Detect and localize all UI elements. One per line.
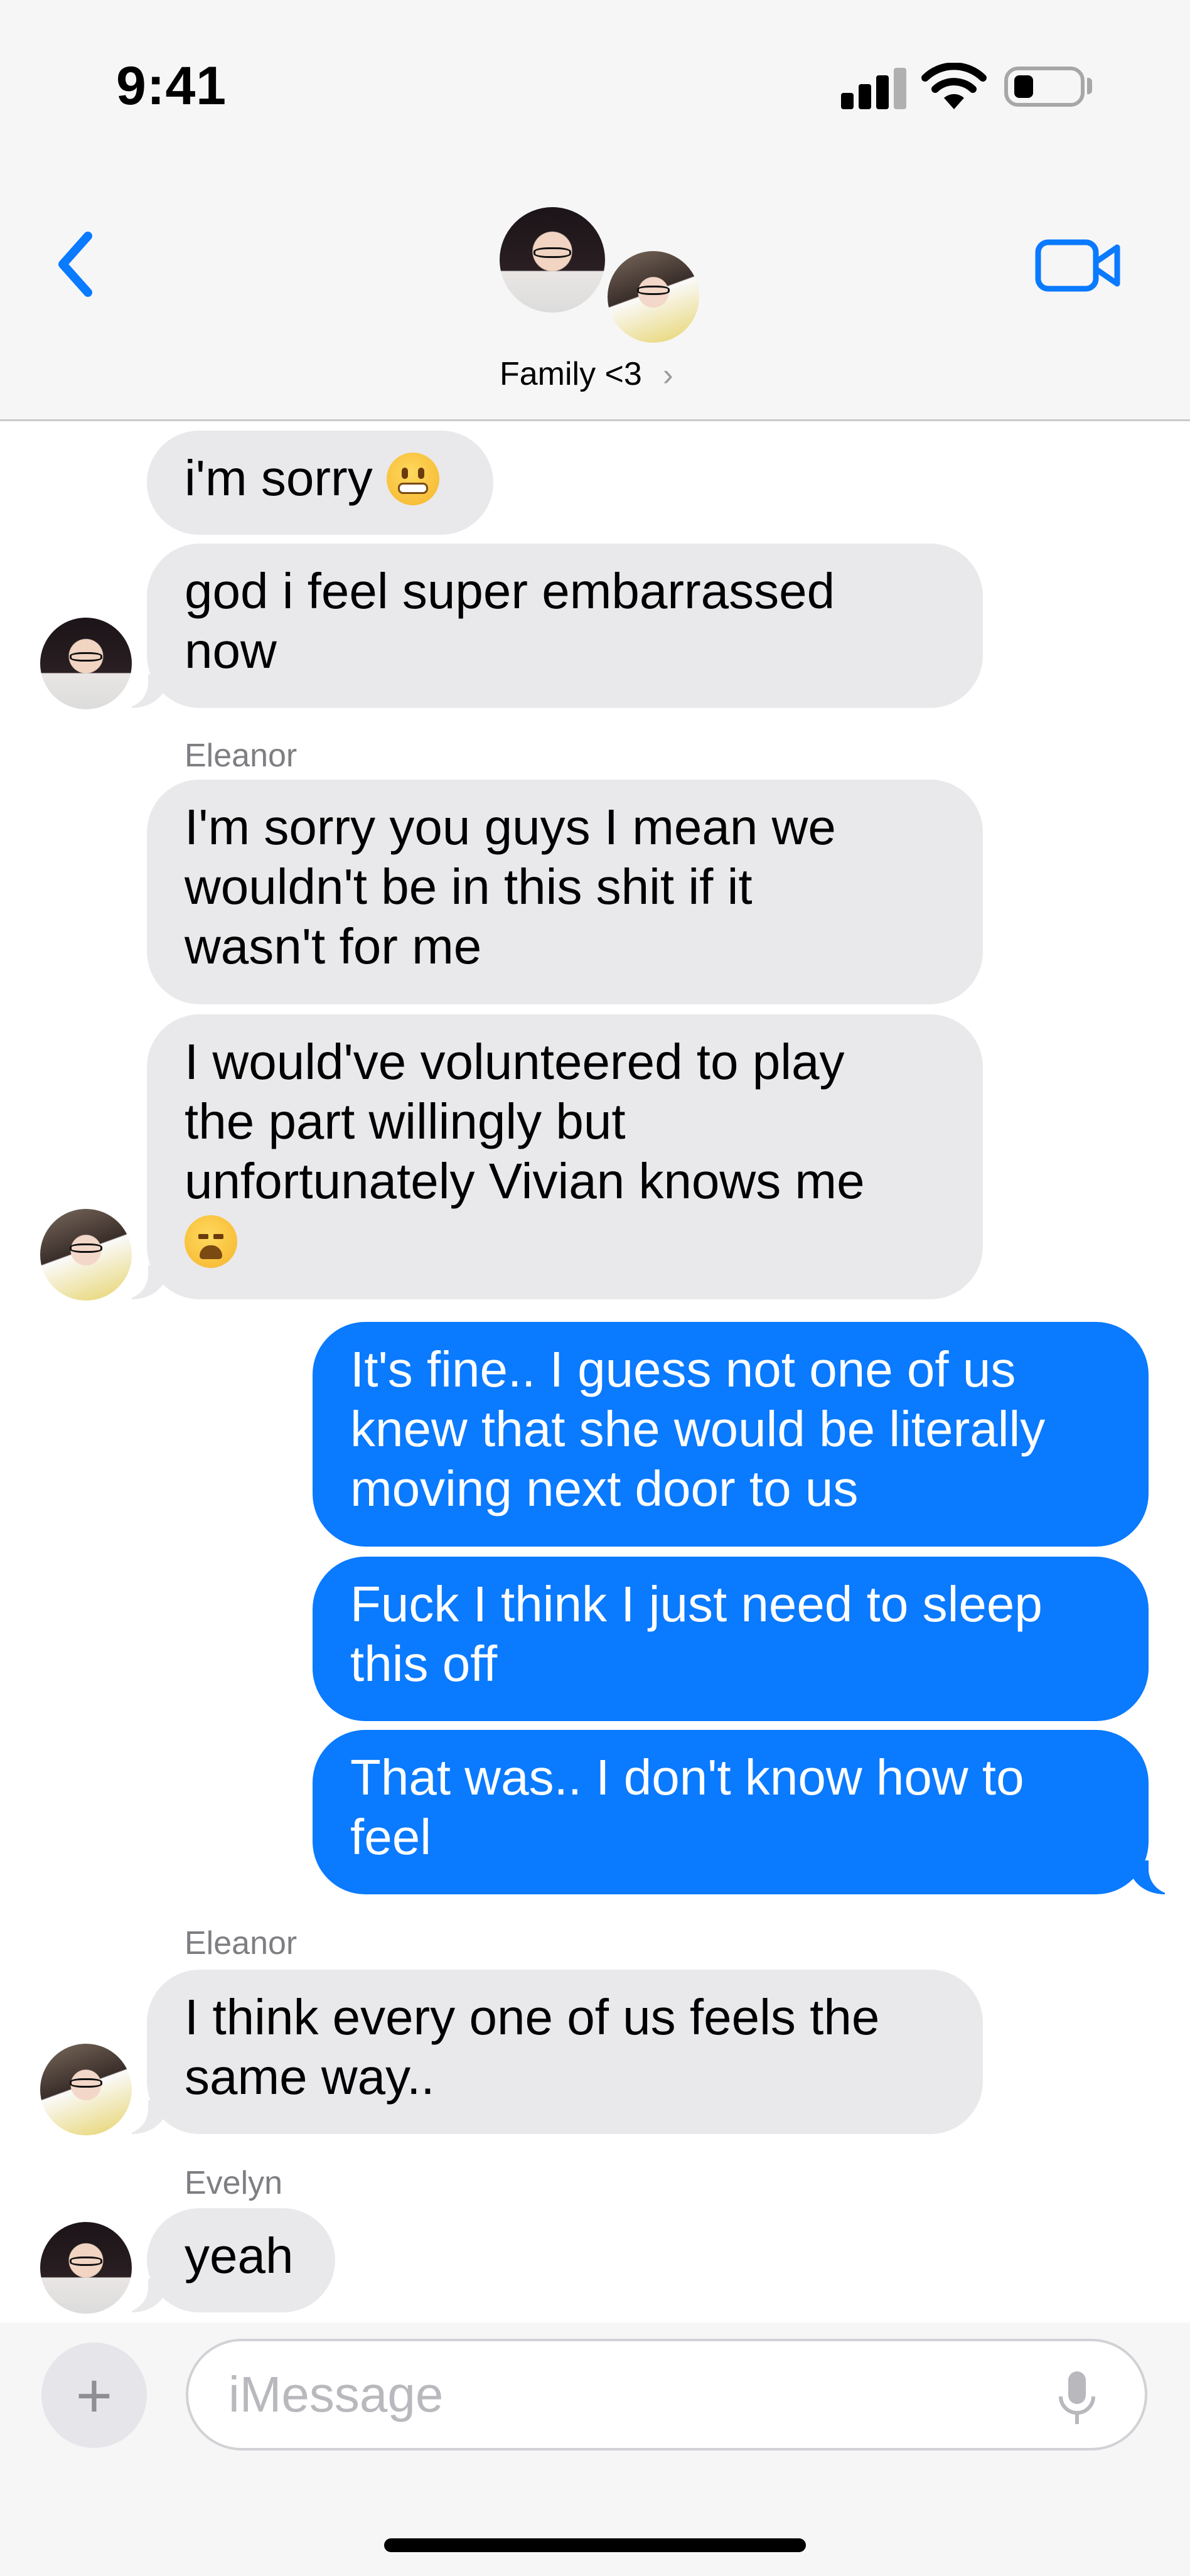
message-bubble-incoming[interactable]: god i feel super embarrassed now xyxy=(147,544,983,708)
message-text: same way.. xyxy=(185,2049,435,2105)
message-bubble-incoming[interactable]: I'm sorry you guys I mean we wouldn't be… xyxy=(147,780,983,1004)
group-info-chevron-icon[interactable]: › xyxy=(663,357,673,393)
message-text: feel xyxy=(350,1809,431,1865)
message-text: unfortunately Vivian knows me xyxy=(185,1153,865,1209)
sender-avatar[interactable] xyxy=(40,618,132,709)
message-text: now xyxy=(185,623,277,679)
message-bubble-outgoing[interactable]: It's fine.. I guess not one of us knew t… xyxy=(313,1322,1149,1547)
battery-icon xyxy=(1004,67,1085,107)
message-bubble-incoming[interactable]: I think every one of us feels the same w… xyxy=(147,1970,983,2134)
message-bubble-outgoing[interactable]: Fuck I think I just need to sleep this o… xyxy=(313,1557,1149,1721)
message-bubble-incoming[interactable]: yeah xyxy=(147,2208,335,2312)
plus-icon: + xyxy=(75,2361,113,2431)
message-text: knew that she would be literally xyxy=(350,1401,1046,1457)
sender-avatar[interactable] xyxy=(40,2222,132,2314)
group-avatar-secondary[interactable] xyxy=(605,249,702,345)
sender-avatar[interactable] xyxy=(40,1209,132,1301)
sender-name: Evelyn xyxy=(185,2165,283,2201)
cellular-signal-icon xyxy=(841,68,906,109)
message-text: god i feel super embarrassed xyxy=(185,563,835,619)
message-bubble-incoming[interactable]: i'm sorry xyxy=(147,431,493,535)
message-text: That was.. I don't know how to xyxy=(350,1749,1024,1805)
message-bubble-incoming[interactable]: I would've volunteered to play the part … xyxy=(147,1014,983,1299)
microphone-icon[interactable] xyxy=(1057,2369,1097,2429)
message-text: moving next door to us xyxy=(350,1461,859,1516)
message-text: I think every one of us feels the xyxy=(185,1989,880,2045)
message-text: It's fine.. I guess not one of us xyxy=(350,1341,1016,1397)
group-avatar-primary[interactable] xyxy=(500,207,605,313)
message-text: Fuck I think I just need to sleep xyxy=(350,1576,1043,1632)
video-camera-icon[interactable] xyxy=(1034,237,1122,294)
message-text: the part willingly but xyxy=(185,1093,626,1149)
imessage-input[interactable] xyxy=(186,2339,1147,2450)
message-text: this off xyxy=(350,1636,498,1692)
message-text: I would've volunteered to play xyxy=(185,1034,845,1090)
sender-avatar[interactable] xyxy=(40,2044,132,2135)
sender-name: Eleanor xyxy=(185,1925,298,1962)
message-text: I'm sorry you guys I mean we xyxy=(185,799,836,855)
apps-plus-button[interactable]: + xyxy=(41,2343,147,2448)
wifi-icon xyxy=(921,63,987,109)
back-chevron-icon[interactable] xyxy=(44,223,107,305)
sender-name: Eleanor xyxy=(185,738,298,774)
group-name[interactable]: Family <3 xyxy=(500,355,642,393)
weary-face-emoji-icon xyxy=(185,1215,237,1268)
message-text: wouldn't be in this shit if it xyxy=(185,859,753,915)
message-text: i'm sorry xyxy=(185,450,373,506)
message-text: wasn't for me xyxy=(185,918,482,974)
status-time: 9:41 xyxy=(116,56,227,116)
home-indicator xyxy=(384,2538,806,2552)
grimacing-face-emoji-icon xyxy=(386,453,439,505)
conversation-header: 9:41 Family <3 › xyxy=(0,0,1190,421)
message-text: yeah xyxy=(185,2228,294,2284)
message-bubble-outgoing[interactable]: That was.. I don't know how to feel xyxy=(313,1730,1149,1894)
